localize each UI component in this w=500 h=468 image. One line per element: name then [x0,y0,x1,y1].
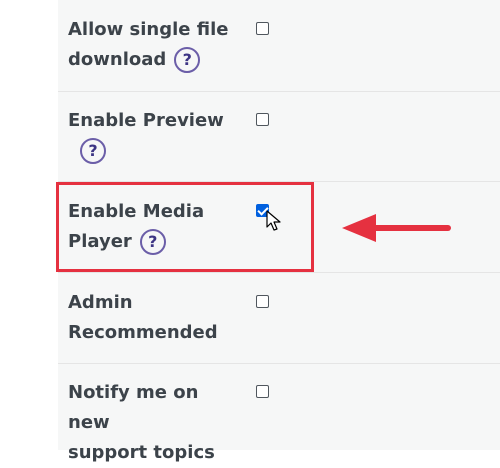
arrow-left-icon [342,214,451,242]
checkbox-notify-support-topics[interactable] [256,385,269,398]
row-divider [58,363,500,364]
row-divider [58,91,500,92]
setting-label-enable-preview: Enable Preview ? [68,106,238,166]
checkbox-admin-recommended[interactable] [256,295,269,308]
setting-label-single-file-download: Allow single file download? [68,15,238,75]
checkbox-enable-preview[interactable] [256,113,269,126]
help-icon[interactable]: ? [80,138,106,164]
setting-label-notify-support-topics: Notify me on new support topics [68,382,215,463]
row-divider [58,272,500,273]
checkbox-single-file-download[interactable] [256,22,269,35]
left-gutter [0,0,58,450]
setting-label-admin-recommended: Admin Recommended [68,292,218,343]
mouse-pointer-icon [266,210,281,231]
help-icon[interactable]: ? [174,47,201,73]
